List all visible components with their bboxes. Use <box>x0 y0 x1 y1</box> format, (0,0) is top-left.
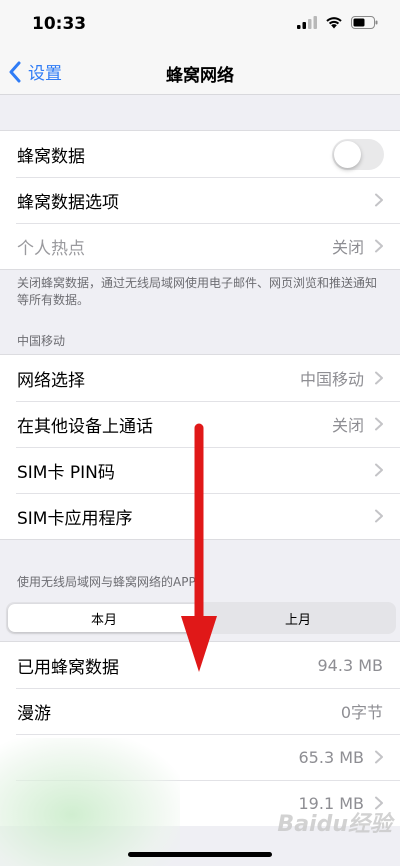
roaming-label: 漫游 <box>17 703 51 724</box>
chevron-right-icon <box>375 193 383 207</box>
page-title: 蜂窝网络 <box>166 66 234 86</box>
hotspot-row[interactable]: 个人热点 关闭 <box>0 223 400 269</box>
used-cellular-value: 94.3 MB <box>317 655 384 675</box>
apps-header: 使用无线局域网与蜂窝网络的APP <box>17 575 196 589</box>
roaming-value: 0字节 <box>340 703 383 722</box>
chevron-right-icon <box>375 417 383 431</box>
network-selection-row[interactable]: 网络选择 中国移动 <box>0 355 400 401</box>
home-indicator[interactable] <box>128 852 272 857</box>
chevron-right-icon <box>375 371 383 385</box>
app-usage-value: 65.3 MB <box>298 747 365 767</box>
wifi-icon <box>326 17 342 29</box>
network-selection-value: 中国移动 <box>299 370 364 389</box>
hotspot-label: 个人热点 <box>17 238 85 259</box>
cellular-options-row[interactable]: 蜂窝数据选项 <box>0 177 400 223</box>
watermark: Baidu经验 <box>277 812 392 837</box>
sim-pin-label: SIM卡 PIN码 <box>17 462 115 483</box>
network-selection-label: 网络选择 <box>17 370 85 391</box>
roaming-row: 漫游 0字节 <box>0 688 400 734</box>
segment-current-month[interactable]: 本月 <box>8 604 200 632</box>
used-cellular-label: 已用蜂窝数据 <box>17 657 119 678</box>
hotspot-value: 关闭 <box>331 238 364 257</box>
signal-icon <box>297 16 317 29</box>
status-time: 10:33 <box>32 14 87 34</box>
status-bar: 10:33 <box>0 0 400 50</box>
other-device-calls-value: 关闭 <box>331 416 364 435</box>
segment-last-month[interactable]: 上月 <box>202 604 394 632</box>
status-icons <box>297 16 378 29</box>
chevron-right-icon <box>375 750 383 764</box>
chevron-right-icon <box>375 463 383 477</box>
cellular-options-label: 蜂窝数据选项 <box>17 192 119 213</box>
toggle-knob <box>334 141 361 168</box>
obscured-app-area <box>0 738 180 866</box>
navigation-bar: 设置 蜂窝网络 <box>0 50 400 95</box>
chevron-right-icon <box>375 509 383 523</box>
chevron-right-icon <box>375 239 383 253</box>
cellular-data-row: 蜂窝数据 <box>0 131 400 177</box>
carrier-header: 中国移动 <box>17 334 66 348</box>
cellular-footnote: 关闭蜂窝数据，通过无线局域网使用电子邮件、网页浏览和推送通知等所有数据。 <box>17 276 378 307</box>
sim-applications-label: SIM卡应用程序 <box>17 508 133 529</box>
cellular-data-toggle[interactable] <box>332 139 384 170</box>
scroll-down-arrow-icon <box>181 423 217 672</box>
battery-icon <box>351 16 378 29</box>
other-device-calls-label: 在其他设备上通话 <box>17 416 153 437</box>
cellular-group: 蜂窝数据 蜂窝数据选项 个人热点 关闭 <box>0 130 400 270</box>
cellular-data-label: 蜂窝数据 <box>17 146 85 167</box>
